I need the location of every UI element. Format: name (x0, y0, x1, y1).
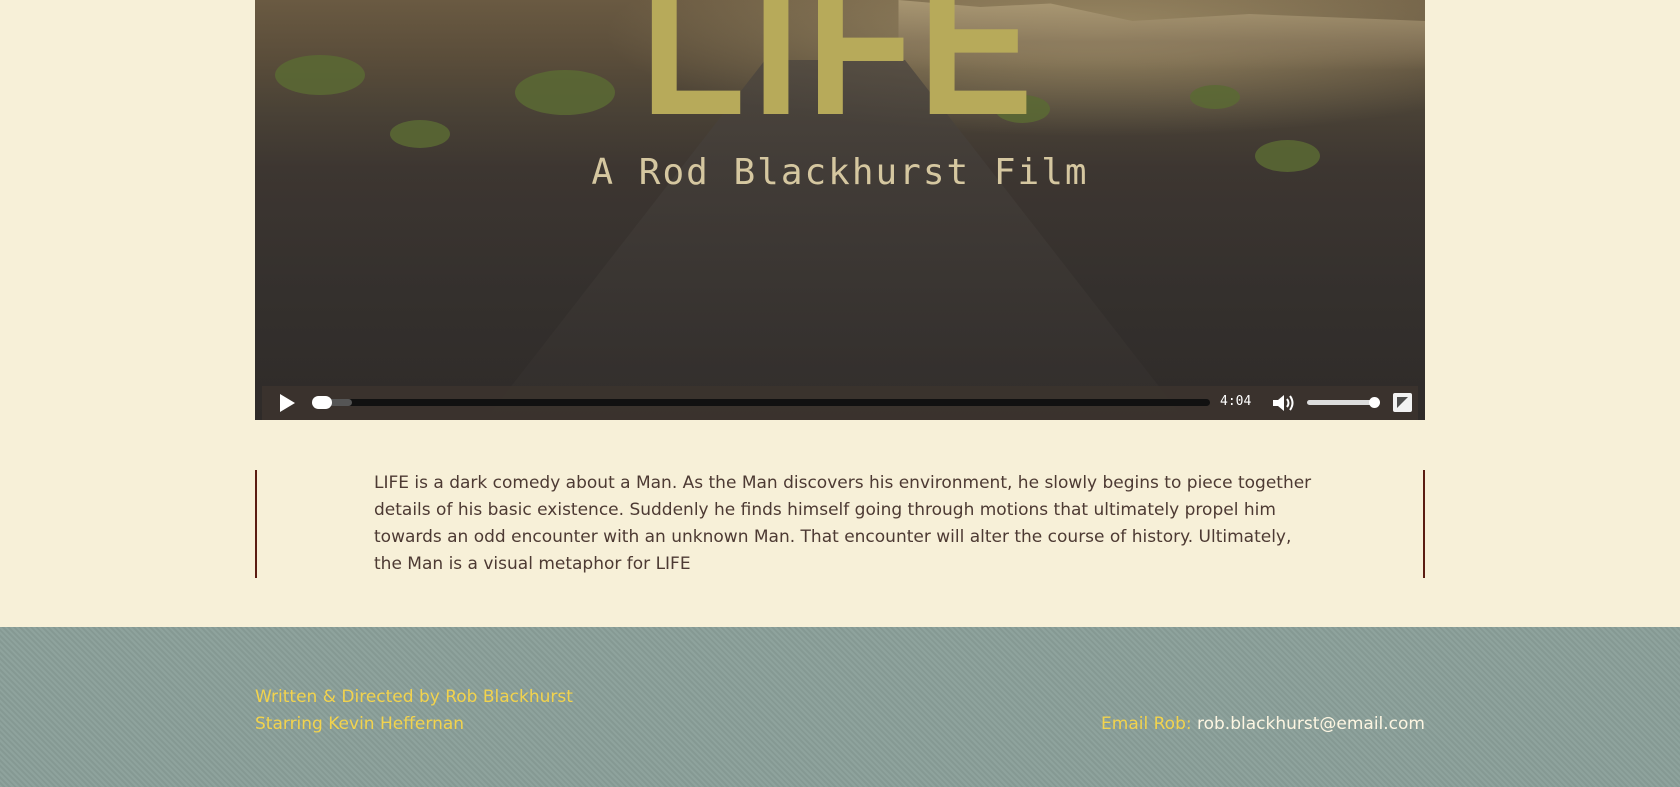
footer: Written & Directed by Rob Blackhurst Sta… (0, 627, 1680, 787)
credits: Written & Directed by Rob Blackhurst Sta… (255, 684, 573, 738)
poster-shrub (275, 55, 365, 95)
credit-starring: Starring Kevin Heffernan (255, 714, 465, 734)
film-subtitle: A Rod Blackhurst Film (591, 152, 1089, 193)
progress-bar[interactable] (312, 396, 1210, 409)
video-controls: 4:04 (262, 386, 1418, 420)
duration-readout: 4:04 (1220, 394, 1252, 409)
volume-handle[interactable] (1369, 397, 1380, 408)
fullscreen-icon[interactable] (1393, 393, 1412, 412)
volume-icon[interactable] (1272, 394, 1298, 412)
film-title: LIFE (640, 0, 1040, 159)
email-label: Email Rob: (1101, 714, 1192, 734)
film-description: LIFE is a dark comedy about a Man. As th… (374, 473, 1312, 574)
play-icon[interactable] (280, 394, 295, 412)
video-player[interactable]: LIFE A Rod Blackhurst Film 4:04 (255, 0, 1425, 420)
credit-director: Written & Directed by Rob Blackhurst (255, 687, 573, 707)
volume-slider[interactable] (1307, 397, 1380, 408)
description-block: LIFE is a dark comedy about a Man. As th… (255, 470, 1425, 578)
email-link[interactable]: rob.blackhurst@email.com (1197, 714, 1425, 734)
progress-handle[interactable] (312, 396, 332, 409)
email-contact: Email Rob: rob.blackhurst@email.com (1101, 711, 1425, 738)
